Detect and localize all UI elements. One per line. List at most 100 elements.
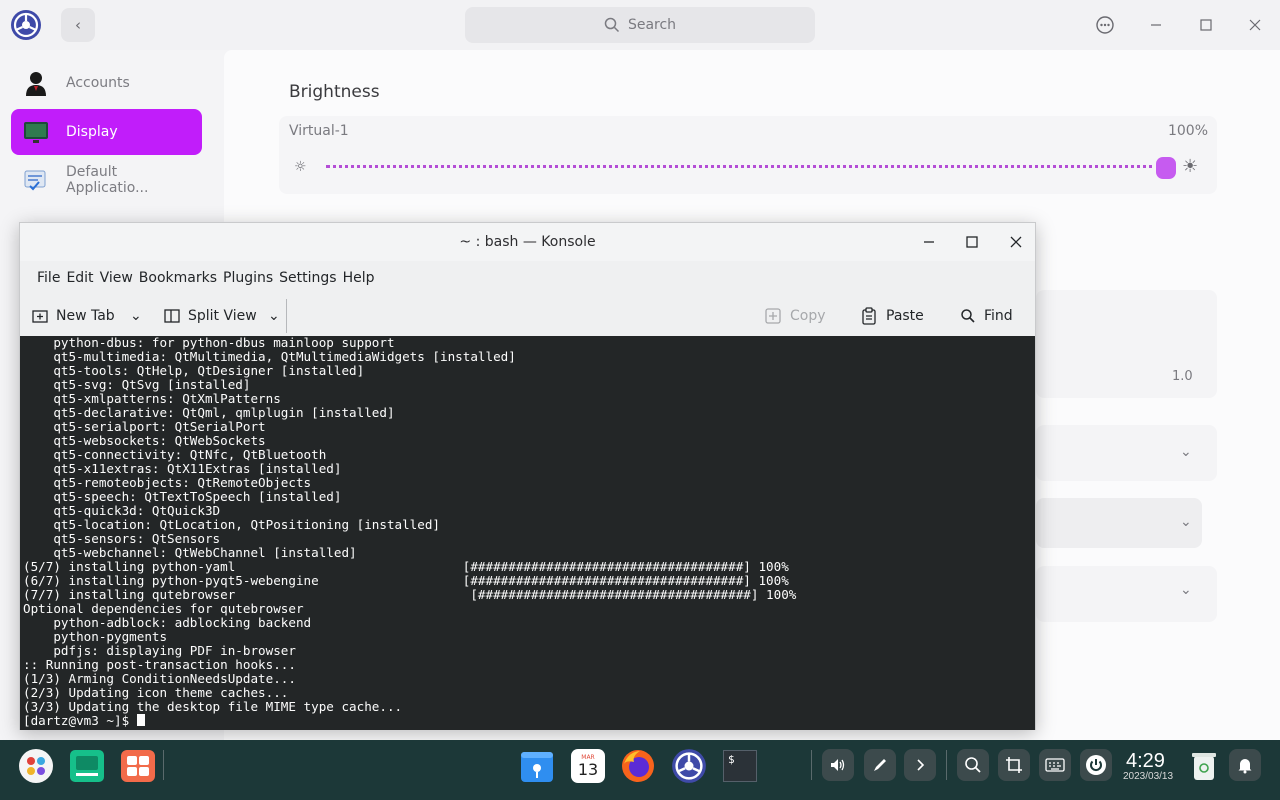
back-button[interactable]: ‹ bbox=[61, 8, 95, 42]
launcher-button[interactable] bbox=[16, 746, 56, 786]
chevron-down-icon: ⌄ bbox=[268, 308, 280, 324]
terminal-line: (5/7) installing python-yaml [##########… bbox=[23, 559, 789, 574]
search-icon bbox=[965, 757, 981, 773]
multitasking-button[interactable] bbox=[67, 746, 107, 786]
sidebar-item-display[interactable]: Display bbox=[11, 109, 202, 155]
konsole-window: ~ : bash — Konsole File Edit View Bookma… bbox=[19, 222, 1036, 730]
menu-help[interactable]: Help bbox=[340, 265, 378, 295]
menu-view[interactable]: View bbox=[97, 265, 136, 295]
terminal-line: qt5-multimedia: QtMultimedia, QtMultimed… bbox=[23, 349, 516, 364]
terminal-dock-button[interactable]: $ bbox=[720, 746, 760, 786]
file-manager-button[interactable] bbox=[517, 746, 557, 786]
keyboard-icon bbox=[1045, 758, 1065, 772]
chevron-down-icon: ⌄ bbox=[130, 308, 142, 324]
brightness-low-icon: ☼ bbox=[294, 159, 307, 175]
menu-edit[interactable]: Edit bbox=[63, 265, 96, 295]
keyboard-button[interactable] bbox=[1039, 749, 1071, 781]
firefox-button[interactable] bbox=[618, 746, 658, 786]
launcher-icon bbox=[19, 749, 53, 783]
clock-time[interactable]: 4:29 bbox=[1126, 750, 1165, 773]
terminal-icon: $ bbox=[723, 750, 757, 782]
settings-icon bbox=[672, 749, 706, 783]
default-apps-icon bbox=[22, 166, 50, 194]
terminal-line: qt5-connectivity: QtNfc, QtBluetooth bbox=[23, 447, 327, 462]
chevron-left-icon: ‹ bbox=[75, 16, 81, 34]
minimize-icon bbox=[1151, 24, 1161, 26]
copy-button[interactable]: Copy bbox=[764, 297, 826, 335]
dropdown-1[interactable] bbox=[1036, 498, 1202, 548]
copy-icon bbox=[765, 308, 781, 324]
terminal-output[interactable]: python-dbus: for python-dbus mainloop su… bbox=[20, 336, 1035, 730]
app-grid-icon bbox=[121, 750, 155, 782]
terminal-line: qt5-speech: QtTextToSpeech [installed] bbox=[23, 489, 342, 504]
search-placeholder: Search bbox=[627, 17, 677, 33]
terminal-glyph: $ bbox=[728, 753, 735, 766]
konsole-close-button[interactable] bbox=[1006, 232, 1026, 252]
settings-dock-button[interactable] bbox=[669, 746, 709, 786]
sidebar-item-accounts[interactable]: Accounts bbox=[11, 60, 202, 106]
terminal-line: qt5-quick3d: QtQuick3D bbox=[23, 503, 221, 518]
more-options-button[interactable] bbox=[1092, 12, 1118, 38]
app-store-button[interactable] bbox=[118, 746, 158, 786]
terminal-line: Optional dependencies for qutebrowser bbox=[23, 601, 304, 616]
trash-button[interactable] bbox=[1184, 746, 1224, 786]
terminal-line: qt5-location: QtLocation, QtPositioning … bbox=[23, 517, 441, 532]
find-label: Find bbox=[984, 308, 1013, 324]
sidebar-item-default-applications[interactable]: Default Applicatio... bbox=[11, 157, 202, 203]
chevron-down-icon: ⌄ bbox=[1180, 582, 1192, 598]
split-view-button[interactable]: Split View bbox=[164, 297, 257, 335]
menu-file[interactable]: File bbox=[34, 265, 63, 295]
brightness-value: 100% bbox=[1167, 123, 1208, 139]
close-icon bbox=[1010, 236, 1022, 248]
terminal-line: python-dbus: for python-dbus mainloop su… bbox=[23, 336, 395, 350]
terminal-line: qt5-svg: QtSvg [installed] bbox=[23, 377, 251, 392]
tray-expand-button[interactable] bbox=[904, 749, 936, 781]
terminal-line: python-pygments bbox=[23, 629, 168, 644]
global-search-button[interactable] bbox=[957, 749, 989, 781]
firefox-icon bbox=[622, 750, 654, 782]
screenshot-icon bbox=[1006, 757, 1022, 773]
screenshot-button[interactable] bbox=[998, 749, 1030, 781]
close-button[interactable] bbox=[1242, 12, 1268, 38]
notifications-button[interactable] bbox=[1229, 749, 1261, 781]
minimize-icon bbox=[924, 241, 934, 243]
new-tab-menu-button[interactable]: ⌄ bbox=[130, 297, 142, 335]
close-icon bbox=[1249, 19, 1261, 31]
menu-bookmarks[interactable]: Bookmarks bbox=[136, 265, 220, 295]
terminal-cursor bbox=[136, 714, 145, 726]
copy-label: Copy bbox=[790, 308, 826, 324]
terminal-line: qt5-xmlpatterns: QtXmlPatterns bbox=[23, 391, 281, 406]
menu-settings[interactable]: Settings bbox=[276, 265, 339, 295]
brightness-slider-handle[interactable] bbox=[1156, 157, 1176, 179]
terminal-prompt: [dartz@vm3 ~]$ bbox=[23, 713, 137, 728]
terminal-line: qt5-sensors: QtSensors bbox=[23, 531, 221, 546]
user-avatar-icon bbox=[22, 69, 50, 97]
maximize-button[interactable] bbox=[1193, 12, 1219, 38]
find-button[interactable]: Find bbox=[960, 297, 1013, 335]
terminal-line: :: Running post-transaction hooks... bbox=[23, 657, 296, 672]
terminal-line: (7/7) installing qutebrowser [##########… bbox=[23, 587, 797, 602]
konsole-maximize-button[interactable] bbox=[962, 232, 982, 252]
volume-button[interactable] bbox=[822, 749, 854, 781]
konsole-minimize-button[interactable] bbox=[919, 232, 939, 252]
minimize-button[interactable] bbox=[1143, 12, 1169, 38]
konsole-titlebar[interactable]: ~ : bash — Konsole bbox=[20, 223, 1035, 261]
new-tab-button[interactable]: New Tab bbox=[32, 297, 115, 335]
brightness-high-icon: ☀ bbox=[1182, 156, 1199, 177]
folder-icon bbox=[521, 752, 553, 782]
clock-date: 2023/03/13 bbox=[1123, 771, 1174, 782]
power-button[interactable] bbox=[1080, 749, 1112, 781]
more-icon bbox=[1096, 16, 1114, 34]
split-view-label: Split View bbox=[188, 308, 257, 324]
search-input[interactable]: Search bbox=[465, 7, 815, 43]
paste-button[interactable]: Paste bbox=[860, 297, 924, 335]
calendar-button[interactable]: MAR 13 bbox=[568, 746, 608, 786]
search-icon bbox=[961, 309, 975, 323]
dock-separator bbox=[163, 750, 164, 780]
screen-pen-button[interactable] bbox=[864, 749, 896, 781]
calendar-day: 13 bbox=[577, 759, 599, 779]
split-view-menu-button[interactable]: ⌄ bbox=[268, 297, 280, 335]
toolbar-separator bbox=[286, 299, 287, 333]
brightness-slider[interactable] bbox=[326, 165, 1160, 169]
menu-plugins[interactable]: Plugins bbox=[220, 265, 276, 295]
